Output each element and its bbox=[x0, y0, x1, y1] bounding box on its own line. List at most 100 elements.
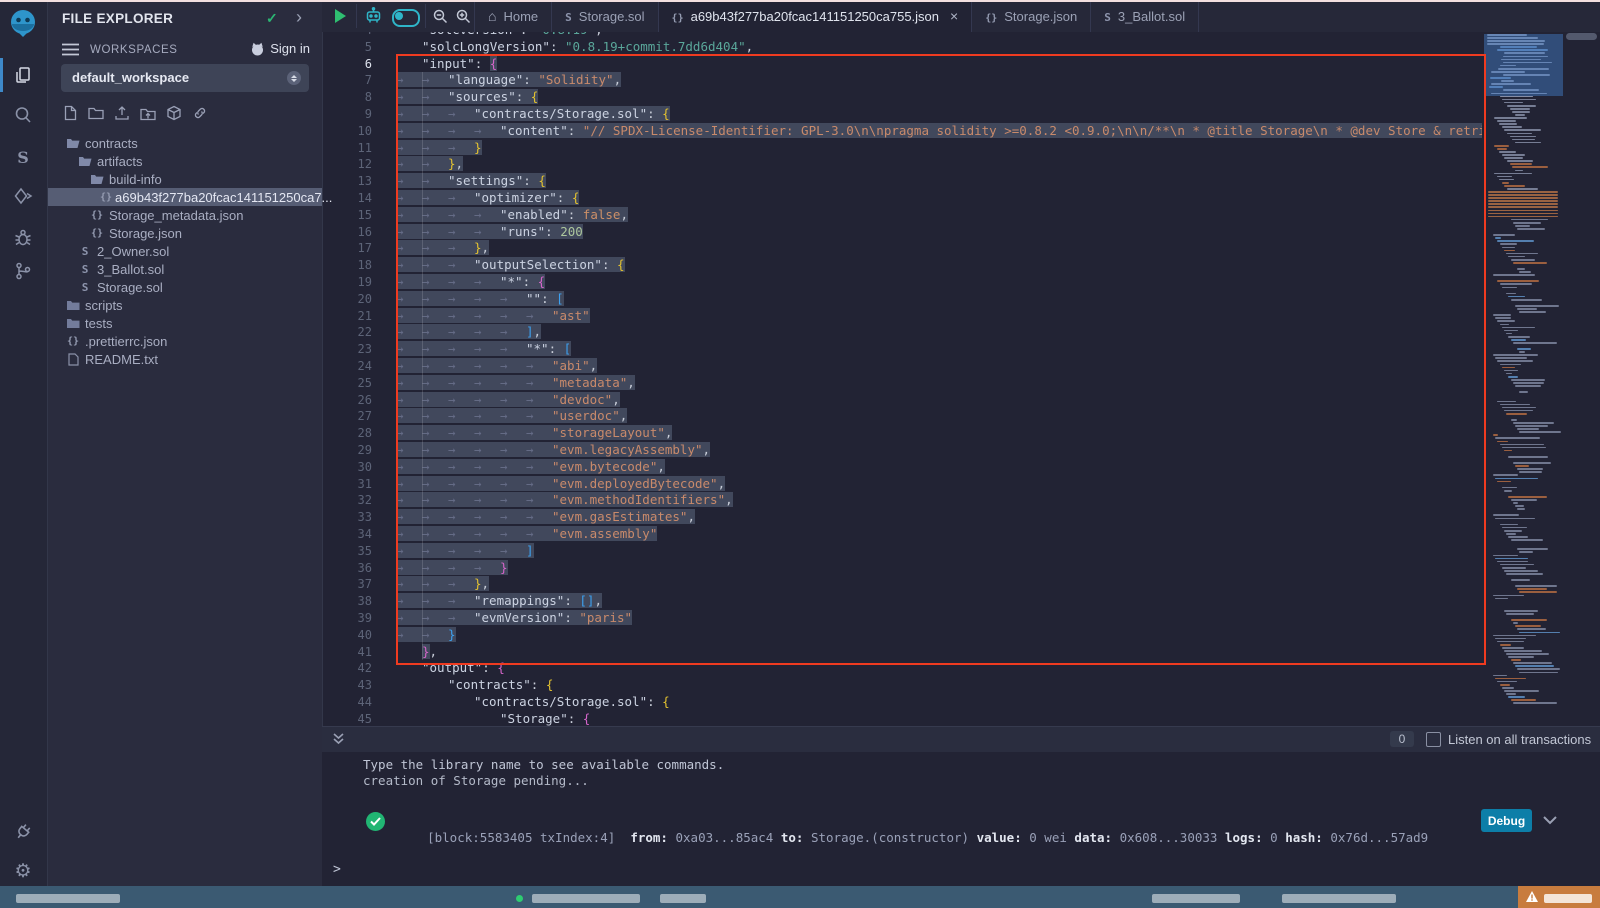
collapse-terminal-icon[interactable] bbox=[332, 733, 345, 745]
close-tab-icon[interactable]: × bbox=[950, 8, 958, 24]
solidity-file-icon: S bbox=[82, 281, 89, 294]
tree-item-3-ballot-sol[interactable]: S3_Ballot.sol bbox=[48, 260, 322, 278]
debugger-icon[interactable] bbox=[0, 221, 46, 255]
transaction-log[interactable]: [block:5583405 txIndex:4] from: 0xa03...… bbox=[397, 815, 1428, 860]
run-script-button[interactable] bbox=[335, 9, 346, 23]
code-line-18: →→→"outputSelection": { bbox=[396, 257, 625, 274]
zoom-in-icon[interactable] bbox=[455, 8, 472, 25]
tab-home[interactable]: ⌂Home bbox=[475, 0, 552, 32]
deploy-and-run-icon[interactable] bbox=[0, 180, 46, 214]
terminal-prompt: > bbox=[333, 862, 341, 877]
hamburger-menu-icon[interactable] bbox=[62, 43, 79, 56]
solidity-file-icon: S bbox=[1104, 11, 1111, 24]
chevron-down-icon[interactable] bbox=[1542, 815, 1558, 825]
solidity-compiler-icon[interactable]: S bbox=[0, 140, 46, 174]
editor-gutter: 4567891011121314151617181920212223242526… bbox=[322, 32, 380, 726]
minimap-row bbox=[1506, 573, 1543, 575]
terminal[interactable]: Type the library name to see available c… bbox=[322, 752, 1600, 886]
code-line-7: →→"language": "Solidity", bbox=[396, 72, 621, 89]
tree-item-storage-sol[interactable]: SStorage.sol bbox=[48, 278, 322, 296]
file-explorer-icon[interactable] bbox=[0, 58, 46, 92]
minimap-row bbox=[1513, 662, 1552, 664]
link-icon[interactable] bbox=[191, 104, 209, 122]
line-number: 7 bbox=[365, 72, 372, 89]
minimap-row bbox=[1511, 699, 1536, 701]
line-number: 25 bbox=[358, 375, 372, 392]
tab-storage-sol[interactable]: SStorage.sol bbox=[552, 0, 658, 32]
tree-item--prettierrc-json[interactable]: {}.prettierrc.json bbox=[48, 332, 322, 350]
plugin-manager-icon[interactable] bbox=[0, 815, 46, 849]
tree-item-storage-json[interactable]: {}Storage.json bbox=[48, 224, 322, 242]
minimap-row bbox=[1513, 382, 1544, 384]
minimap-row bbox=[1493, 555, 1518, 557]
minimap-row bbox=[1511, 419, 1517, 421]
chevron-right-icon[interactable]: › bbox=[296, 7, 302, 28]
tab-a69b43f277ba20fcac141151250ca755-json[interactable]: {}a69b43f277ba20fcac141151250ca755.json× bbox=[659, 0, 973, 32]
tree-item-build-info[interactable]: build-info bbox=[48, 170, 322, 188]
minimap-row bbox=[1495, 678, 1526, 680]
minimap-row bbox=[1493, 234, 1515, 236]
search-icon[interactable] bbox=[0, 98, 46, 132]
debug-button[interactable]: Debug bbox=[1481, 809, 1532, 832]
minimap-row bbox=[1519, 351, 1525, 353]
minimap-row bbox=[1507, 160, 1533, 162]
minimap[interactable] bbox=[1484, 32, 1563, 710]
tree-item-contracts[interactable]: contracts bbox=[48, 134, 322, 152]
tree-item-a69b43f277ba20fcac141151250ca7-[interactable]: {}a69b43f277ba20fcac141151250ca7... bbox=[48, 188, 322, 206]
scam-alert-badge[interactable] bbox=[1518, 886, 1600, 908]
minimap-row bbox=[1502, 487, 1517, 489]
workspace-select[interactable]: default_workspace bbox=[61, 64, 309, 92]
minimap-row bbox=[1506, 693, 1516, 695]
minimap-row bbox=[1508, 336, 1530, 338]
tree-item-readme-txt[interactable]: README.txt bbox=[48, 350, 322, 368]
alert-icon bbox=[1526, 891, 1538, 902]
upload-folder-icon[interactable] bbox=[139, 104, 157, 122]
tree-item-storage-metadata-json[interactable]: {}Storage_metadata.json bbox=[48, 206, 322, 224]
minimap-row bbox=[1519, 471, 1541, 473]
settings-gear-icon[interactable]: ⚙ bbox=[0, 854, 46, 888]
check-icon: ✓ bbox=[266, 10, 278, 27]
code-line-36: →→→→} bbox=[396, 560, 508, 577]
line-number: 35 bbox=[358, 543, 372, 560]
remix-logo-icon[interactable] bbox=[0, 6, 46, 40]
tree-item-2-owner-sol[interactable]: S2_Owner.sol bbox=[48, 242, 322, 260]
minimap-row bbox=[1495, 478, 1538, 480]
minimap-row bbox=[1511, 299, 1542, 301]
github-icon bbox=[250, 42, 265, 56]
upload-file-icon[interactable] bbox=[113, 104, 131, 122]
tree-item-tests[interactable]: tests bbox=[48, 314, 322, 332]
json-file-icon: {} bbox=[91, 210, 103, 221]
minimap-row bbox=[1504, 157, 1522, 159]
tree-item-scripts[interactable]: scripts bbox=[48, 296, 322, 314]
minimap-row bbox=[1504, 690, 1539, 692]
minimap-row bbox=[1517, 468, 1543, 470]
minimap-row bbox=[1508, 656, 1534, 658]
listen-all-checkbox[interactable] bbox=[1426, 732, 1441, 747]
minimap-row bbox=[1493, 635, 1536, 637]
minimap-row bbox=[1493, 314, 1511, 316]
editor-code[interactable]: "solcVersion": "0.8.19","solcLongVersion… bbox=[396, 32, 1482, 726]
line-number: 30 bbox=[358, 459, 372, 476]
tree-item-artifacts[interactable]: artifacts bbox=[48, 152, 322, 170]
tab-storage-json[interactable]: {}Storage.json bbox=[972, 0, 1091, 32]
remixai-robot-icon[interactable] bbox=[364, 7, 383, 25]
zoom-out-icon[interactable] bbox=[432, 8, 449, 25]
minimap-row bbox=[1507, 188, 1538, 190]
ai-copilot-toggle[interactable] bbox=[392, 9, 420, 27]
minimap-row bbox=[1504, 102, 1522, 104]
code-line-42: "output": { bbox=[396, 660, 505, 677]
code-line-5: "solcLongVersion": "0.8.19+commit.7dd6d4… bbox=[396, 39, 753, 56]
new-file-icon[interactable] bbox=[61, 104, 79, 122]
code-line-45: "Storage": { bbox=[396, 711, 590, 726]
ipfs-cube-icon[interactable] bbox=[165, 104, 183, 122]
tab-3-ballot-sol[interactable]: S3_Ballot.sol bbox=[1091, 0, 1199, 32]
sign-in-button[interactable]: Sign in bbox=[250, 41, 310, 56]
minimap-row bbox=[1515, 225, 1530, 227]
line-number: 19 bbox=[358, 274, 372, 291]
new-folder-icon[interactable] bbox=[87, 104, 105, 122]
git-icon[interactable] bbox=[0, 254, 46, 288]
line-number: 26 bbox=[358, 392, 372, 409]
scrollbar-thumb[interactable] bbox=[1566, 33, 1597, 40]
minimap-row bbox=[1513, 702, 1557, 704]
folder-icon bbox=[64, 317, 82, 329]
